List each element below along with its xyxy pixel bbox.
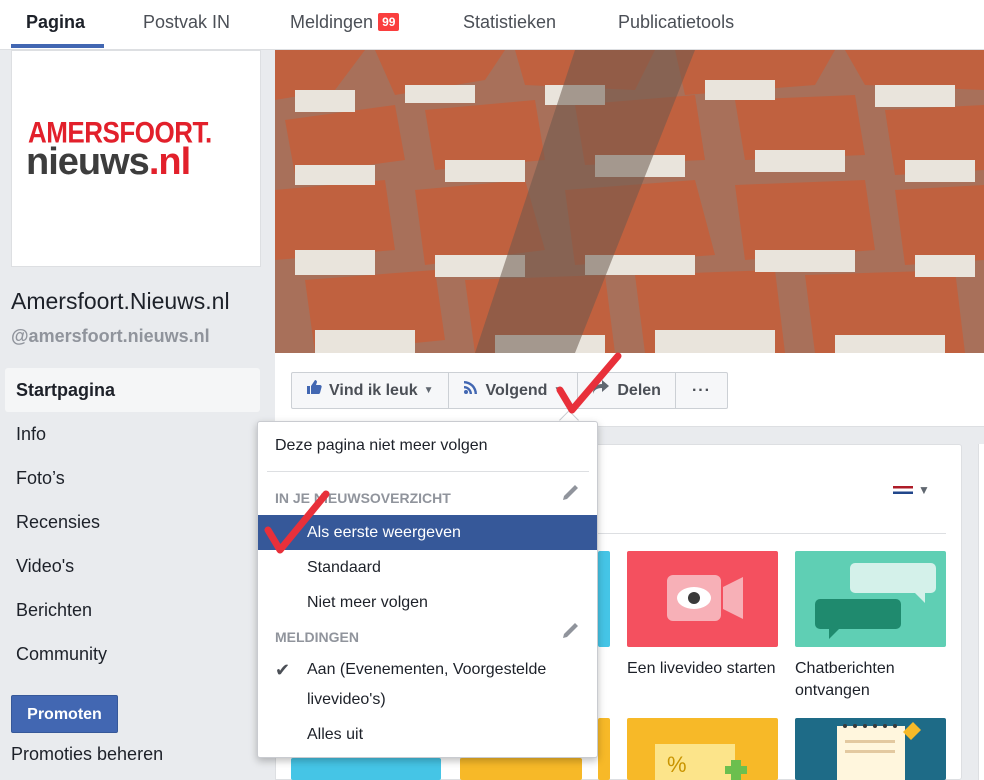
top-navigation: Pagina Postvak IN Meldingen 99 Statistiek…: [0, 0, 984, 50]
share-button-label: Delen: [617, 382, 661, 399]
logo-text-accent: .nl: [148, 141, 191, 183]
notification-count-badge: 99: [378, 13, 400, 31]
page-title: Amersfoort.Nieuws.nl: [11, 288, 230, 314]
tab-meldingen-label: Meldingen: [290, 12, 374, 32]
camera-icon[interactable]: [212, 229, 244, 249]
promote-button[interactable]: Promoten: [11, 695, 118, 733]
sidebar-item-videos[interactable]: Video's: [5, 544, 260, 588]
red-checkmark-annotation-icon: [556, 352, 622, 414]
tab-statistieken[interactable]: Statistieken: [463, 0, 556, 50]
tab-meldingen[interactable]: Meldingen 99: [290, 0, 400, 50]
offer-tile[interactable]: %: [627, 718, 778, 780]
tile-partial: [598, 718, 610, 780]
right-column-edge: [978, 444, 984, 780]
chevron-down-icon: ▼: [423, 385, 434, 396]
sidebar-item-info[interactable]: Info: [5, 412, 260, 456]
following-button-label: Volgend: [485, 382, 548, 399]
notifications-on-option[interactable]: ✔ Aan (Evenementen, Voorgestelde livevid…: [258, 655, 597, 719]
tile-partial: [291, 758, 441, 780]
chat-tile[interactable]: [795, 551, 946, 647]
unfollow-page-option[interactable]: Deze pagina niet meer volgen: [275, 437, 488, 455]
logo-text-bottom: nieuws.nl: [26, 141, 191, 184]
chat-bubbles-icon: [815, 563, 936, 639]
pencil-icon[interactable]: [561, 622, 579, 640]
live-video-tile-label: Een livevideo starten: [627, 660, 776, 677]
notes-tile[interactable]: [795, 718, 946, 780]
pencil-icon[interactable]: [561, 484, 579, 502]
tab-pagina[interactable]: Pagina: [26, 0, 85, 50]
sidebar-item-berichten[interactable]: Berichten: [5, 588, 260, 632]
page-handle[interactable]: @amersfoort.nieuws.nl: [11, 326, 210, 347]
cover-photo-image: [275, 50, 984, 353]
sidebar-navigation: Startpagina Info Foto’s Recensies Video'…: [5, 368, 260, 676]
sidebar-item-startpagina[interactable]: Startpagina: [5, 368, 260, 412]
notifications-off-option[interactable]: Alles uit: [258, 717, 597, 752]
tile-partial: [598, 551, 610, 647]
dropdown-divider: [267, 471, 589, 472]
notifications-section-heading: MELDINGEN: [275, 629, 359, 645]
thumbs-up-icon: [306, 373, 322, 408]
profile-picture[interactable]: AMERSFOORT. nieuws.nl: [11, 50, 261, 267]
notepad-icon: [837, 722, 921, 780]
sidebar-item-community[interactable]: Community: [5, 632, 260, 676]
live-video-tile[interactable]: [627, 551, 778, 647]
red-checkmark-annotation-icon: [264, 490, 330, 554]
coupon-icon: %: [655, 744, 747, 780]
manage-promotions-link[interactable]: Promoties beheren: [11, 744, 163, 765]
like-button-label: Vind ik leuk: [329, 382, 418, 399]
like-button[interactable]: Vind ik leuk ▼: [292, 373, 449, 408]
following-dropdown-menu: Deze pagina niet meer volgen IN JE NIEUW…: [257, 421, 598, 758]
tab-postvak-in[interactable]: Postvak IN: [143, 0, 230, 50]
notifications-on-label: Aan (Evenementen, Voorgestelde livevideo…: [307, 661, 547, 708]
more-dots-icon: ···: [691, 382, 711, 399]
logo-text-main: nieuws: [26, 141, 150, 183]
sidebar-item-recensies[interactable]: Recensies: [5, 500, 260, 544]
chat-tile-label: Chatberichten ontvangen: [795, 660, 895, 699]
svg-text:%: %: [667, 752, 687, 777]
sidebar-item-fotos[interactable]: Foto’s: [5, 456, 260, 500]
more-options-button[interactable]: ···: [676, 373, 727, 408]
rss-follow-icon: [463, 373, 479, 408]
video-camera-icon: [667, 575, 743, 621]
tab-publicatietools[interactable]: Publicatietools: [618, 0, 734, 50]
cover-photo[interactable]: [275, 50, 984, 353]
feed-option-unfollow[interactable]: Niet meer volgen: [258, 585, 597, 620]
checkmark-icon: ✔: [275, 660, 291, 680]
tile-partial: [460, 758, 582, 780]
page-action-buttons: Vind ik leuk ▼ Volgend ▼ Delen ···: [291, 372, 728, 409]
feed-option-default[interactable]: Standaard: [258, 550, 597, 585]
dutch-flag-icon[interactable]: [893, 486, 913, 494]
active-tab-indicator: [11, 44, 104, 48]
chevron-down-icon[interactable]: ▼: [918, 483, 930, 497]
